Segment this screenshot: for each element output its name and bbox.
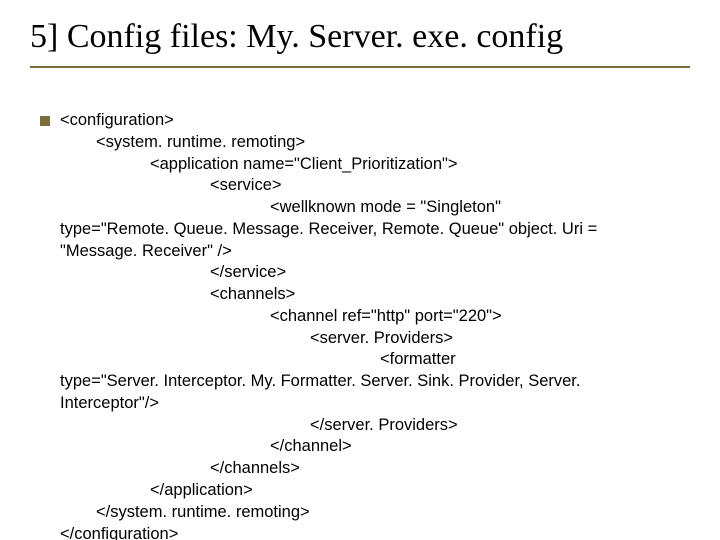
square-bullet-icon [40, 116, 50, 126]
code-line: <wellknown mode = "Singleton" [60, 197, 660, 219]
code-line: </application> [60, 480, 660, 502]
code-line: </configuration> [60, 524, 660, 540]
code-line: <configuration> [60, 110, 660, 132]
code-line: <application name="Client_Prioritization… [60, 154, 660, 176]
code-body: <configuration> <system. runtime. remoti… [60, 110, 660, 540]
code-line: </system. runtime. remoting> [60, 502, 660, 524]
code-line: </service> [60, 262, 660, 284]
code-line: </channels> [60, 458, 660, 480]
code-line: <channel ref="http" port="220"> [60, 306, 660, 328]
slide-title: 5] Config files: My. Server. exe. config [30, 12, 690, 66]
code-line: type="Server. Interceptor. My. Formatter… [60, 371, 660, 415]
code-line: type="Remote. Queue. Message. Receiver, … [60, 219, 660, 263]
bullet-row: <configuration> <system. runtime. remoti… [40, 110, 660, 540]
slide: 5] Config files: My. Server. exe. config… [0, 0, 720, 540]
code-line: <formatter [60, 349, 660, 371]
code-line: <system. runtime. remoting> [60, 132, 660, 154]
code-line: <channels> [60, 284, 660, 306]
code-line: </server. Providers> [60, 415, 660, 437]
code-line: </channel> [60, 436, 660, 458]
code-line: <service> [60, 175, 660, 197]
code-line: <server. Providers> [60, 328, 660, 350]
title-area: 5] Config files: My. Server. exe. config [30, 12, 690, 68]
config-code-block: <configuration> <system. runtime. remoti… [40, 110, 660, 540]
title-underline [30, 66, 690, 68]
